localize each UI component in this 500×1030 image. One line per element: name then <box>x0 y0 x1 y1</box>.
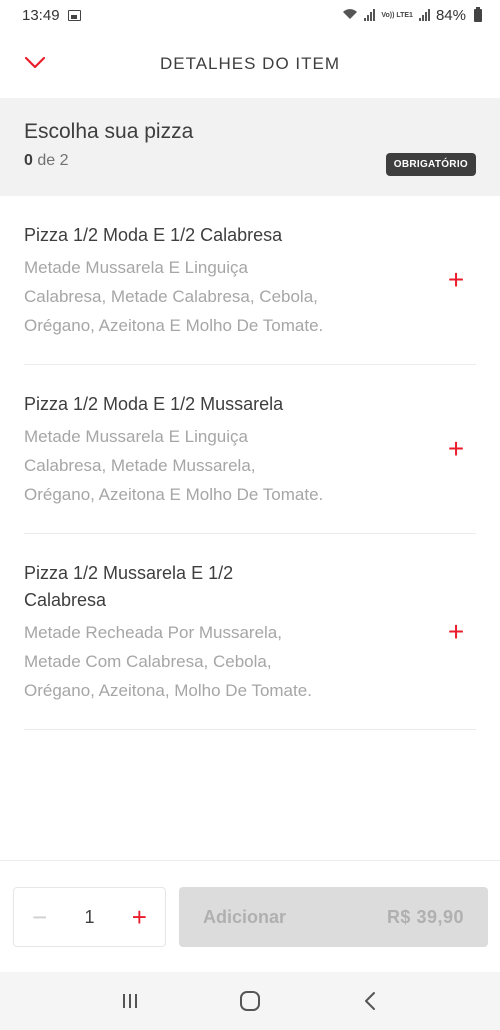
add-button-label: Adicionar <box>203 906 287 927</box>
recents-icon[interactable] <box>110 986 150 1016</box>
plus-button[interactable]: + <box>132 904 147 930</box>
page-title: DETALHES DO ITEM <box>159 54 341 73</box>
section-header: Escolha sua pizza 0 de 2 OBRIGATÓRIO <box>0 98 500 196</box>
bottom-bar: − 1 + Adicionar R$ 39,90 <box>0 860 500 972</box>
list-item[interactable]: Pizza 1/2 Moda E 1/2 Mussarela Metade Mu… <box>24 365 476 534</box>
option-description: Metade Mussarela E Linguiça Calabresa, M… <box>24 258 324 335</box>
battery-icon <box>474 6 482 22</box>
list-item[interactable]: Pizza 1/2 Moda E 1/2 Calabresa Metade Mu… <box>24 196 476 365</box>
option-name: Pizza 1/2 Moda E 1/2 Calabresa <box>24 225 283 245</box>
plus-icon[interactable]: + <box>444 266 468 294</box>
status-time: 13:49 <box>22 6 60 24</box>
status-left: 13:49 <box>22 7 81 24</box>
add-to-cart-button[interactable]: Adicionar R$ 39,90 <box>179 887 488 947</box>
signal-icon <box>418 9 430 21</box>
header: DETALHES DO ITEM <box>0 30 500 98</box>
selection-count-total: de 2 <box>32 152 69 169</box>
wifi-icon <box>342 8 358 23</box>
minus-button[interactable]: − <box>32 904 47 930</box>
required-badge: OBRIGATÓRIO <box>385 153 476 176</box>
chevron-down-icon[interactable] <box>24 56 46 70</box>
status-right: Vo)) LTE1 84% <box>342 6 482 24</box>
option-name: Pizza 1/2 Moda E 1/2 Mussarela <box>24 394 284 414</box>
option-description: Metade Mussarela E Linguiça Calabresa, M… <box>24 427 324 504</box>
status-bar: 13:49 Vo)) LTE1 84% <box>0 0 500 30</box>
back-icon[interactable] <box>350 986 390 1016</box>
selection-count-value: 0 <box>24 152 33 169</box>
plus-icon[interactable]: + <box>444 617 468 645</box>
quantity-stepper: − 1 + <box>13 887 166 947</box>
option-description: Metade Recheada Por Mussarela, Metade Co… <box>24 623 312 700</box>
section-title: Escolha sua pizza <box>24 120 194 143</box>
option-name: Pizza 1/2 Mussarela E 1/2 Calabresa <box>24 563 234 610</box>
system-nav-bar <box>0 972 500 1030</box>
quantity-value: 1 <box>84 906 95 927</box>
battery-percent: 84% <box>435 6 466 24</box>
signal-icon <box>364 9 376 21</box>
list-item[interactable]: Pizza 1/2 Mussarela E 1/2 Calabresa Meta… <box>24 534 476 730</box>
plus-icon[interactable]: + <box>444 435 468 463</box>
volte-label: Vo)) LTE1 <box>381 11 413 19</box>
image-notification-icon <box>67 9 81 21</box>
price-label: R$ 39,90 <box>386 906 464 927</box>
home-icon[interactable] <box>230 986 270 1016</box>
options-list: Pizza 1/2 Moda E 1/2 Calabresa Metade Mu… <box>0 196 500 730</box>
